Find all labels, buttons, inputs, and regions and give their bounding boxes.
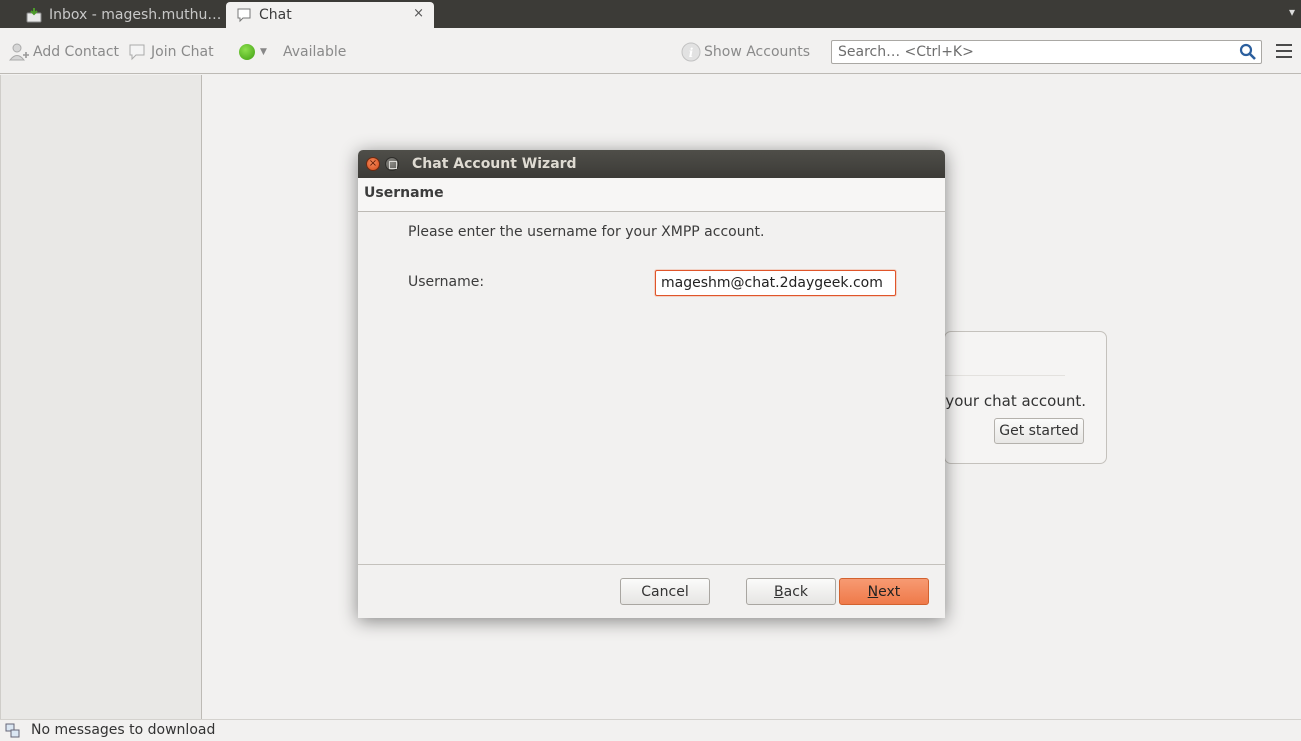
search-field[interactable] bbox=[831, 40, 1262, 64]
back-accel-key: B bbox=[774, 583, 784, 600]
wizard-page-header: Username bbox=[358, 178, 945, 212]
close-icon[interactable]: × bbox=[413, 6, 424, 21]
search-input[interactable] bbox=[832, 41, 1232, 63]
tab-chat[interactable]: Chat × bbox=[226, 2, 434, 28]
hamburger-icon-bar bbox=[1276, 56, 1292, 58]
status-message[interactable]: Available bbox=[283, 41, 346, 63]
mail-inbox-icon bbox=[26, 7, 42, 23]
add-contact-button[interactable]: Add Contact bbox=[8, 41, 119, 63]
hamburger-icon-bar bbox=[1276, 44, 1292, 46]
status-available-icon bbox=[239, 44, 255, 60]
username-label: Username: bbox=[408, 274, 485, 290]
next-label-rest: ext bbox=[878, 583, 901, 600]
card-divider bbox=[945, 375, 1065, 376]
info-icon: i bbox=[681, 42, 701, 62]
wizard-page-title: Username bbox=[364, 185, 444, 201]
add-contact-label: Add Contact bbox=[33, 44, 120, 60]
svg-text:i: i bbox=[689, 46, 694, 60]
back-label-rest: ack bbox=[783, 583, 808, 600]
tab-inbox[interactable]: Inbox - magesh.muthu… bbox=[14, 2, 224, 28]
show-accounts-label: Show Accounts bbox=[704, 44, 811, 60]
tab-inbox-label: Inbox - magesh.muthu… bbox=[49, 7, 222, 23]
tab-chat-label: Chat bbox=[259, 7, 292, 23]
get-started-button[interactable]: Get started bbox=[994, 418, 1084, 444]
back-button[interactable]: Back bbox=[746, 578, 836, 605]
chevron-down-icon: ▼ bbox=[260, 47, 267, 57]
search-icon[interactable] bbox=[1239, 43, 1257, 61]
tab-strip: Inbox - magesh.muthu… Chat × ▾ bbox=[0, 0, 1301, 28]
contacts-panel bbox=[0, 75, 202, 719]
cancel-button[interactable]: Cancel bbox=[620, 578, 710, 605]
join-chat-label: Join Chat bbox=[151, 44, 214, 60]
add-contact-icon bbox=[8, 43, 29, 61]
network-status-icon bbox=[5, 723, 20, 738]
dialog-titlebar[interactable]: × Chat Account Wizard bbox=[358, 150, 945, 178]
chat-bubble-icon bbox=[236, 7, 252, 23]
status-selector[interactable]: ▼ bbox=[239, 41, 267, 63]
get-started-card: your chat account. Get started bbox=[944, 331, 1107, 464]
chat-account-wizard-dialog: × Chat Account Wizard Username Please en… bbox=[358, 150, 945, 618]
status-text: No messages to download bbox=[31, 722, 216, 738]
join-chat-button[interactable]: Join Chat bbox=[128, 41, 214, 63]
next-button[interactable]: Next bbox=[839, 578, 929, 605]
username-input[interactable] bbox=[655, 270, 896, 296]
close-icon[interactable]: × bbox=[366, 157, 380, 171]
status-bar: No messages to download bbox=[0, 719, 1301, 741]
chat-toolbar: Add Contact Join Chat ▼ Available i Show… bbox=[0, 28, 1301, 74]
tab-list-dropdown-icon[interactable]: ▾ bbox=[1289, 5, 1295, 19]
dialog-title: Chat Account Wizard bbox=[412, 156, 577, 172]
maximize-icon[interactable] bbox=[385, 157, 399, 171]
dialog-footer-divider bbox=[358, 564, 945, 565]
wizard-instruction: Please enter the username for your XMPP … bbox=[408, 224, 765, 240]
join-chat-icon bbox=[129, 44, 145, 61]
next-accel-key: N bbox=[867, 583, 879, 600]
hamburger-icon-bar bbox=[1276, 50, 1292, 52]
show-accounts-button[interactable]: i Show Accounts bbox=[681, 41, 810, 63]
app-menu-button[interactable] bbox=[1276, 44, 1292, 58]
get-started-text: your chat account. bbox=[945, 392, 1086, 410]
